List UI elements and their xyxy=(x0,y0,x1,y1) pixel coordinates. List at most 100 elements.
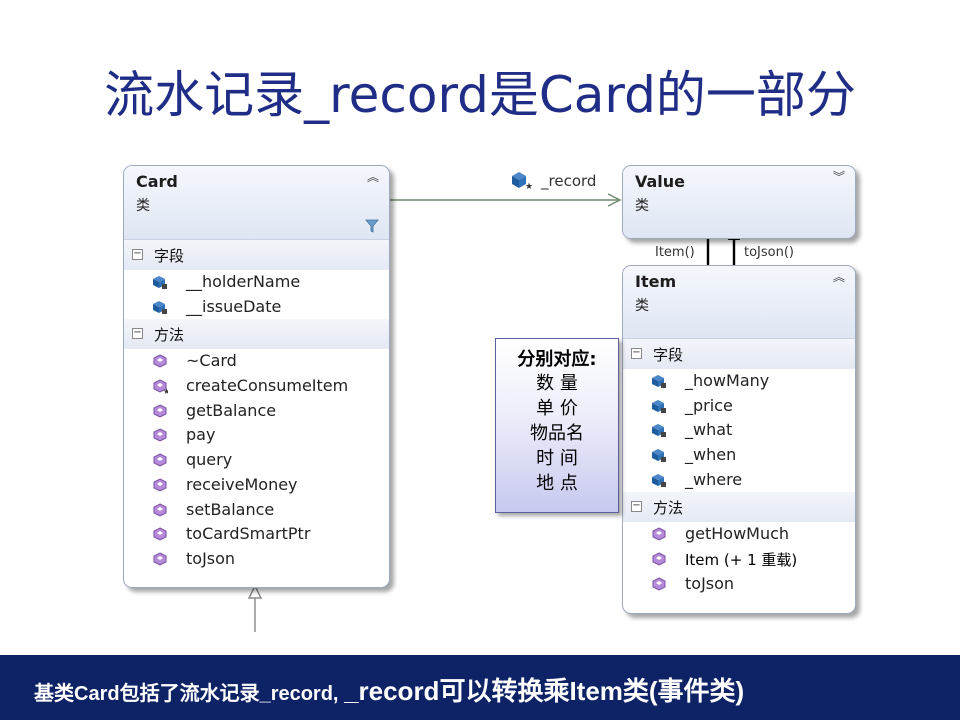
method-item[interactable]: setBalance xyxy=(124,498,389,523)
item-methods-label: 方法 xyxy=(653,499,684,518)
private-field-icon xyxy=(652,399,666,413)
method-item[interactable]: Item (+ 1 重载) xyxy=(623,547,855,572)
expand-icon[interactable]: ︾ xyxy=(833,171,845,183)
item-methods-section[interactable]: − 方法 xyxy=(623,492,855,523)
private-field-icon xyxy=(652,449,666,463)
tojson-call-label: toJson() xyxy=(744,245,794,260)
method-item[interactable]: toCardSmartPtr xyxy=(124,522,389,547)
callout-line: 物品名 xyxy=(530,423,584,444)
method-icon xyxy=(153,453,167,467)
card-fields-section[interactable]: − 字段 xyxy=(124,240,389,270)
footer-caption: 基类Card包括了流水记录_record, _record可以转换乘Item类(… xyxy=(34,671,744,708)
method-name: getBalance xyxy=(186,400,277,420)
field-item[interactable]: _what xyxy=(623,418,855,443)
private-field-icon xyxy=(652,473,666,487)
field-item[interactable]: _howMany xyxy=(623,369,855,394)
card-class-box[interactable]: Card 类 ︽ − 字段 __holderName __issueDate −… xyxy=(123,165,390,588)
footer-bar: 基类Card包括了流水记录_record, _record可以转换乘Item类(… xyxy=(0,655,960,720)
item-class-name: Item xyxy=(635,272,677,291)
method-item[interactable]: query xyxy=(124,448,389,473)
method-icon xyxy=(153,502,167,517)
card-methods-section[interactable]: − 方法 xyxy=(124,319,389,350)
private-field-icon xyxy=(153,300,167,314)
method-item[interactable]: receiveMoney xyxy=(124,473,389,498)
value-class-kind: 类 xyxy=(635,198,649,214)
private-field-icon xyxy=(652,375,666,388)
collapse-icon[interactable]: ︽ xyxy=(833,271,845,283)
field-name: _where xyxy=(685,469,743,489)
method-name: pay xyxy=(186,425,216,445)
card-methods-label: 方法 xyxy=(154,326,185,345)
method-name: ~Card xyxy=(186,351,237,371)
field-item[interactable]: _when xyxy=(623,443,855,468)
method-icon xyxy=(153,478,167,492)
field-item[interactable]: _price xyxy=(623,394,855,419)
field-name: _price xyxy=(685,395,733,415)
field-name: __issueDate xyxy=(186,296,282,316)
method-icon xyxy=(153,404,167,418)
callout-heading: 分别对应: xyxy=(517,349,597,370)
filter-icon[interactable] xyxy=(365,219,379,233)
method-icon xyxy=(153,527,167,541)
collapse-minus-icon[interactable]: − xyxy=(132,249,143,260)
method-item[interactable]: ~Card xyxy=(124,349,389,374)
field-name: __holderName xyxy=(186,272,301,291)
callout-line: 时 间 xyxy=(536,448,578,469)
method-icon xyxy=(652,552,666,566)
value-class-header: Value 类 ︾ xyxy=(623,166,855,238)
item-call-label: Item() xyxy=(655,245,695,260)
method-item[interactable]: toJson xyxy=(623,572,855,597)
field-item[interactable]: _where xyxy=(623,468,855,493)
private-field-icon xyxy=(652,424,666,438)
method-item[interactable]: getBalance xyxy=(124,399,389,424)
callout-line: 地 点 xyxy=(536,473,578,494)
field-name: _howMany xyxy=(685,371,770,390)
method-name: toJson xyxy=(685,573,735,593)
item-class-box[interactable]: Item 类 ︽ − 字段 _howMany _price _what _whe… xyxy=(622,265,856,614)
card-class-kind: 类 xyxy=(136,198,150,214)
private-field-icon xyxy=(153,276,167,289)
card-class-header: Card 类 ︽ xyxy=(124,166,389,240)
collapse-minus-icon[interactable]: − xyxy=(132,328,143,340)
method-name: setBalance xyxy=(186,499,275,519)
callout-line: 单 价 xyxy=(536,398,578,419)
svg-text:★: ★ xyxy=(525,182,532,190)
card-class-name: Card xyxy=(136,172,178,191)
collapse-minus-icon[interactable]: − xyxy=(631,348,642,359)
collapse-minus-icon[interactable]: − xyxy=(631,501,642,513)
method-item[interactable]: getHowMuch xyxy=(623,522,855,547)
footer-caption-part2: _record可以转换乘Item类(事件类) xyxy=(344,676,745,706)
method-name: toJson xyxy=(186,548,236,568)
field-name: _what xyxy=(685,420,733,440)
method-icon: ★ xyxy=(153,379,168,394)
method-icon xyxy=(153,354,167,368)
item-class-header: Item 类 ︽ xyxy=(623,266,855,339)
method-item[interactable]: pay xyxy=(124,423,389,448)
record-field-icon: ★ xyxy=(512,172,532,190)
svg-text:★: ★ xyxy=(163,387,168,394)
value-class-box[interactable]: Value 类 ︾ xyxy=(622,165,856,239)
item-fields-label: 字段 xyxy=(653,346,684,364)
value-class-name: Value xyxy=(635,172,686,191)
method-name: query xyxy=(186,450,233,470)
footer-caption-part1: 基类Card包括了流水记录_record, xyxy=(34,683,345,705)
item-class-kind: 类 xyxy=(635,298,649,314)
method-icon xyxy=(153,552,167,566)
field-item[interactable]: __issueDate xyxy=(124,295,389,320)
record-label: _record xyxy=(541,172,597,190)
method-icon xyxy=(652,577,666,591)
item-fields-section[interactable]: − 字段 xyxy=(623,339,855,369)
card-fields-label: 字段 xyxy=(154,247,185,265)
field-item[interactable]: __holderName xyxy=(124,270,389,295)
method-icon xyxy=(652,527,666,541)
mapping-callout: 分别对应: 数 量 单 价 物品名 时 间 地 点 xyxy=(495,338,619,513)
method-icon xyxy=(153,428,167,442)
method-name: getHowMuch xyxy=(685,524,790,544)
method-item[interactable]: ★ createConsumeItem xyxy=(124,374,389,399)
field-name: _when xyxy=(685,445,737,465)
collapse-icon[interactable]: ︽ xyxy=(367,171,379,183)
method-item[interactable]: toJson xyxy=(124,547,389,572)
method-name: Item (+ 1 重载) xyxy=(685,551,798,570)
method-name: createConsumeItem xyxy=(186,376,349,396)
method-name: receiveMoney xyxy=(186,474,298,494)
